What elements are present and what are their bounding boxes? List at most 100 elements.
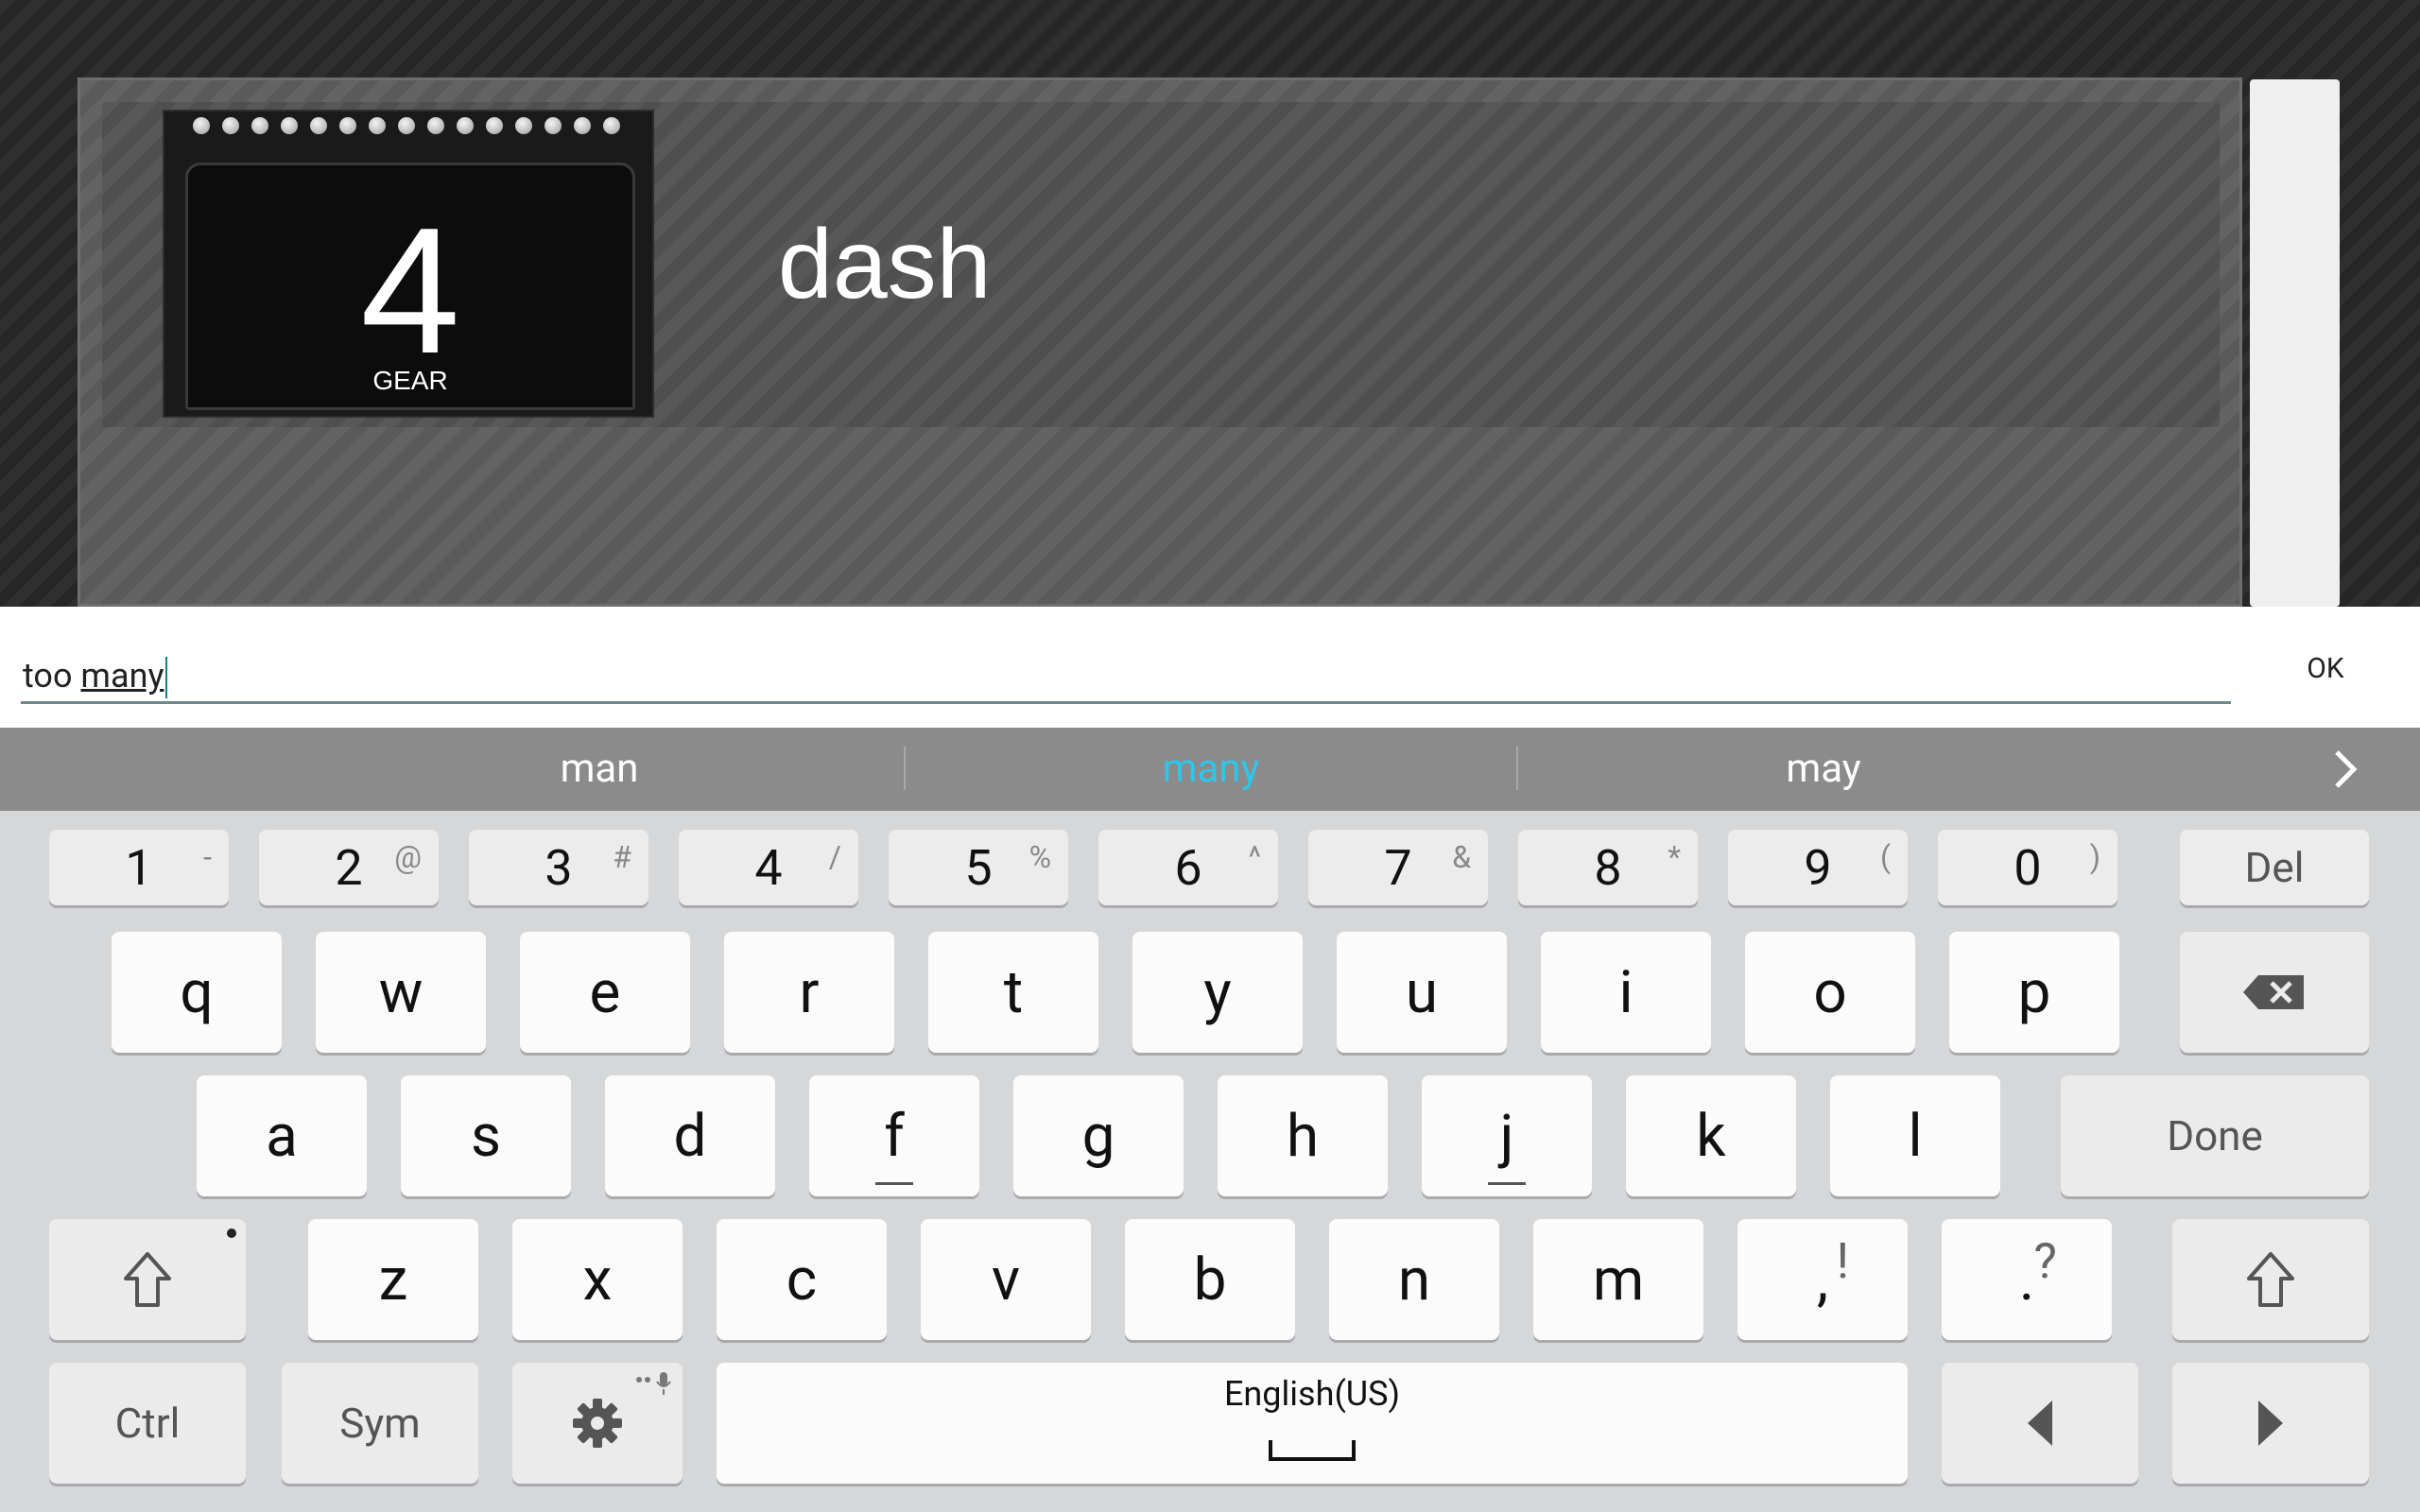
key-j[interactable]: j xyxy=(1422,1075,1592,1196)
key-z[interactable]: z xyxy=(308,1219,478,1340)
key-sub: # xyxy=(613,839,631,875)
key-label: 5 xyxy=(964,838,993,897)
text-input[interactable]: too many xyxy=(21,644,2231,704)
arrow-right-icon xyxy=(2258,1400,2283,1446)
space-icon xyxy=(1269,1440,1356,1461)
light-dot xyxy=(457,117,474,134)
key-label: 3 xyxy=(544,838,573,897)
suggestion-bar: man many may xyxy=(0,728,2420,811)
key-r[interactable]: r xyxy=(724,932,894,1053)
light-dot xyxy=(310,117,327,134)
scrollbar[interactable] xyxy=(2250,79,2340,607)
key-sub: ) xyxy=(2089,839,2100,875)
key-9[interactable]: 9( xyxy=(1728,830,1908,905)
key-6[interactable]: 6 ^ xyxy=(1098,830,1278,905)
key-m[interactable]: m xyxy=(1533,1219,1703,1340)
key-b[interactable]: b xyxy=(1125,1219,1295,1340)
key-u[interactable]: u xyxy=(1337,932,1507,1053)
shift-light-dots xyxy=(193,117,620,134)
light-dot xyxy=(222,117,239,134)
light-dot xyxy=(603,117,620,134)
gear-label: GEAR xyxy=(372,366,448,395)
key-x[interactable]: x xyxy=(512,1219,683,1340)
key-f[interactable]: f xyxy=(809,1075,979,1196)
light-dot xyxy=(251,117,268,134)
sym-key[interactable]: Sym xyxy=(282,1363,478,1484)
key-period[interactable]: .? xyxy=(1942,1219,2112,1340)
key-label: f xyxy=(884,1101,905,1171)
key-label: 1 xyxy=(125,838,153,897)
shift-icon xyxy=(2247,1252,2294,1307)
key-sub: - xyxy=(203,839,212,875)
ctrl-key[interactable]: Ctrl xyxy=(49,1363,246,1484)
key-sub: % xyxy=(1028,839,1051,875)
key-7[interactable]: 7 & xyxy=(1308,830,1488,905)
key-2[interactable]: 2 @ xyxy=(259,830,439,905)
key-p[interactable]: p xyxy=(1949,932,2119,1053)
key-q[interactable]: q xyxy=(112,932,282,1053)
ok-button[interactable]: OK xyxy=(2288,652,2363,685)
suggestion-item[interactable]: may xyxy=(1518,728,2129,811)
item-title: dash xyxy=(778,210,992,319)
key-label: 7 xyxy=(1384,838,1412,897)
key-i[interactable]: i xyxy=(1541,932,1711,1053)
key-t[interactable]: t xyxy=(928,932,1098,1053)
shift-key-right[interactable] xyxy=(2172,1219,2369,1340)
key-0[interactable]: 0) xyxy=(1938,830,2118,905)
input-composing: many xyxy=(80,656,164,696)
key-4[interactable]: 4/ xyxy=(679,830,858,905)
key-label: 0 xyxy=(2014,838,2042,897)
key-label: . xyxy=(2018,1245,2035,1314)
chevron-right-icon[interactable] xyxy=(2325,745,2363,794)
key-o[interactable]: o xyxy=(1745,932,1915,1053)
del-key[interactable]: Del xyxy=(2180,830,2369,905)
key-k[interactable]: k xyxy=(1626,1075,1796,1196)
key-label: 9 xyxy=(1804,838,1832,897)
key-g[interactable]: g xyxy=(1013,1075,1184,1196)
key-1[interactable]: 1- xyxy=(49,830,229,905)
light-dot xyxy=(427,117,444,134)
shift-key-left[interactable] xyxy=(49,1219,246,1340)
key-8[interactable]: 8 * xyxy=(1518,830,1698,905)
key-d[interactable]: d xyxy=(605,1075,775,1196)
keyboard: 1- 2 @ 3 # 4/ 5% 6 ^ 7 & 8 * 9( 0) Del q w e … xyxy=(0,811,2420,1512)
light-dot xyxy=(193,117,210,134)
key-n[interactable]: n xyxy=(1329,1219,1499,1340)
key-label: 8 xyxy=(1594,838,1622,897)
key-v[interactable]: v xyxy=(921,1219,1091,1340)
input-prefix: too xyxy=(23,656,81,696)
key-s[interactable]: s xyxy=(401,1075,571,1196)
suggestion-item[interactable]: man xyxy=(295,728,904,811)
key-w[interactable]: w xyxy=(316,932,486,1053)
cursor-right-key[interactable] xyxy=(2172,1363,2369,1484)
key-y[interactable]: y xyxy=(1132,932,1303,1053)
key-a[interactable]: a xyxy=(197,1075,367,1196)
suggestion-item-selected[interactable]: many xyxy=(906,728,1516,811)
key-l[interactable]: l xyxy=(1830,1075,2000,1196)
key-label: 4 xyxy=(754,838,783,897)
shift-indicator xyxy=(227,1228,236,1238)
cursor-left-key[interactable] xyxy=(1942,1363,2138,1484)
space-key[interactable]: English(US) xyxy=(717,1363,1908,1484)
key-e[interactable]: e xyxy=(520,932,690,1053)
light-dot xyxy=(398,117,415,134)
key-comma[interactable]: ,! xyxy=(1737,1219,1908,1340)
gear-icon xyxy=(573,1399,622,1448)
key-sub: & xyxy=(1452,839,1471,875)
key-label: , xyxy=(1816,1245,1829,1314)
settings-key[interactable] xyxy=(512,1363,683,1484)
key-3[interactable]: 3 # xyxy=(469,830,648,905)
shift-icon xyxy=(124,1252,171,1307)
light-dot xyxy=(544,117,562,134)
key-sub: ! xyxy=(1836,1232,1849,1290)
key-5[interactable]: 5% xyxy=(889,830,1068,905)
backspace-key[interactable] xyxy=(2180,932,2369,1053)
light-dot xyxy=(339,117,356,134)
key-c[interactable]: c xyxy=(717,1219,887,1340)
done-key[interactable]: Done xyxy=(2061,1075,2369,1196)
key-sub: ? xyxy=(2033,1232,2057,1290)
key-label: j xyxy=(1499,1101,1514,1171)
light-dot xyxy=(515,117,532,134)
key-h[interactable]: h xyxy=(1218,1075,1388,1196)
key-label: 2 xyxy=(335,838,363,897)
